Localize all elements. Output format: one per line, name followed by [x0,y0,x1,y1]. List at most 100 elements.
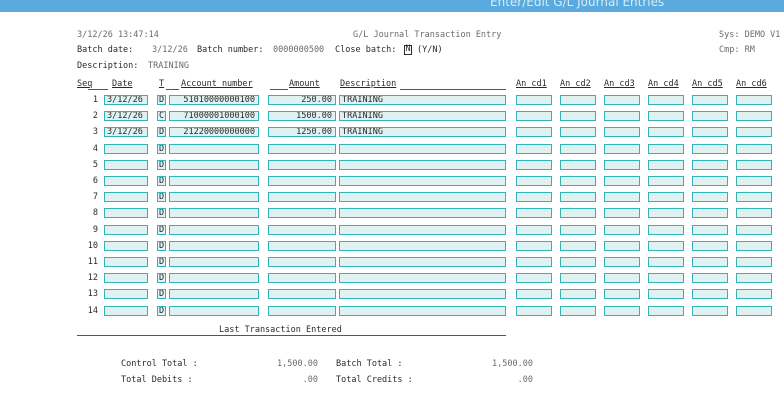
row-date-field[interactable] [104,208,148,218]
row-an-cd4-field[interactable] [648,192,684,202]
row-an-cd2-field[interactable] [560,225,596,235]
row-an-cd1-field[interactable] [516,160,552,170]
row-date-field[interactable] [104,225,148,235]
row-an-cd3-field[interactable] [604,144,640,154]
row-an-cd6-field[interactable] [736,241,772,251]
row-an-cd5-field[interactable] [692,144,728,154]
row-an-cd1-field[interactable] [516,176,552,186]
row-type-field[interactable]: D [157,273,166,283]
row-an-cd6-field[interactable] [736,160,772,170]
row-an-cd4-field[interactable] [648,111,684,121]
row-account-field[interactable] [169,273,259,283]
row-amount-field[interactable] [268,306,336,316]
row-type-field[interactable]: D [157,241,166,251]
row-an-cd1-field[interactable] [516,192,552,202]
row-an-cd1-field[interactable] [516,95,552,105]
row-description-field[interactable] [339,273,506,283]
row-type-field[interactable]: D [157,95,166,105]
row-account-field[interactable] [169,192,259,202]
row-an-cd1-field[interactable] [516,225,552,235]
row-type-field[interactable]: D [157,257,166,267]
row-description-field[interactable] [339,160,506,170]
row-an-cd6-field[interactable] [736,176,772,186]
row-description-field[interactable] [339,192,506,202]
row-account-field[interactable] [169,225,259,235]
row-an-cd6-field[interactable] [736,144,772,154]
row-date-field[interactable]: 3/12/26 [104,95,148,105]
row-an-cd6-field[interactable] [736,273,772,283]
row-amount-field[interactable] [268,160,336,170]
row-account-field[interactable] [169,160,259,170]
row-type-field[interactable]: D [157,306,166,316]
row-type-field[interactable]: D [157,289,166,299]
row-an-cd5-field[interactable] [692,273,728,283]
row-type-field[interactable]: D [157,176,166,186]
row-an-cd3-field[interactable] [604,127,640,137]
row-date-field[interactable] [104,257,148,267]
row-account-field[interactable] [169,306,259,316]
row-amount-field[interactable] [268,144,336,154]
row-an-cd2-field[interactable] [560,208,596,218]
row-description-field[interactable] [339,289,506,299]
row-amount-field[interactable]: 250.00 [268,95,336,105]
row-an-cd5-field[interactable] [692,95,728,105]
row-an-cd4-field[interactable] [648,160,684,170]
row-an-cd4-field[interactable] [648,144,684,154]
row-an-cd4-field[interactable] [648,176,684,186]
row-an-cd6-field[interactable] [736,111,772,121]
row-description-field[interactable]: TRAINING [339,127,506,137]
close-batch-field[interactable]: N [404,45,412,56]
row-date-field[interactable] [104,176,148,186]
row-an-cd3-field[interactable] [604,306,640,316]
row-description-field[interactable] [339,144,506,154]
row-an-cd4-field[interactable] [648,273,684,283]
row-type-field[interactable]: D [157,208,166,218]
row-an-cd3-field[interactable] [604,241,640,251]
row-date-field[interactable] [104,160,148,170]
row-an-cd6-field[interactable] [736,306,772,316]
row-description-field[interactable]: TRAINING [339,95,506,105]
row-an-cd4-field[interactable] [648,208,684,218]
row-account-field[interactable] [169,176,259,186]
row-an-cd2-field[interactable] [560,160,596,170]
row-date-field[interactable] [104,273,148,283]
row-an-cd2-field[interactable] [560,144,596,154]
row-an-cd5-field[interactable] [692,225,728,235]
row-an-cd3-field[interactable] [604,208,640,218]
row-amount-field[interactable] [268,192,336,202]
row-account-field[interactable] [169,241,259,251]
row-date-field[interactable] [104,289,148,299]
row-an-cd3-field[interactable] [604,111,640,121]
row-date-field[interactable] [104,144,148,154]
row-an-cd3-field[interactable] [604,289,640,299]
row-an-cd2-field[interactable] [560,289,596,299]
row-type-field[interactable]: D [157,127,166,137]
row-date-field[interactable] [104,241,148,251]
row-type-field[interactable]: D [157,192,166,202]
row-an-cd2-field[interactable] [560,95,596,105]
row-an-cd2-field[interactable] [560,241,596,251]
row-type-field[interactable]: D [157,144,166,154]
row-an-cd2-field[interactable] [560,306,596,316]
row-an-cd4-field[interactable] [648,225,684,235]
row-an-cd4-field[interactable] [648,95,684,105]
row-amount-field[interactable] [268,208,336,218]
row-an-cd3-field[interactable] [604,257,640,267]
row-description-field[interactable] [339,257,506,267]
row-amount-field[interactable] [268,176,336,186]
row-an-cd6-field[interactable] [736,127,772,137]
row-date-field[interactable] [104,306,148,316]
close-batch-input[interactable]: N [404,45,412,55]
row-an-cd1-field[interactable] [516,289,552,299]
row-description-field[interactable] [339,208,506,218]
row-an-cd4-field[interactable] [648,306,684,316]
row-date-field[interactable]: 3/12/26 [104,127,148,137]
row-an-cd3-field[interactable] [604,192,640,202]
row-an-cd5-field[interactable] [692,306,728,316]
row-an-cd3-field[interactable] [604,95,640,105]
row-an-cd2-field[interactable] [560,273,596,283]
row-an-cd5-field[interactable] [692,208,728,218]
row-account-field[interactable]: 21220000000000 [169,127,259,137]
row-account-field[interactable] [169,257,259,267]
row-an-cd6-field[interactable] [736,257,772,267]
